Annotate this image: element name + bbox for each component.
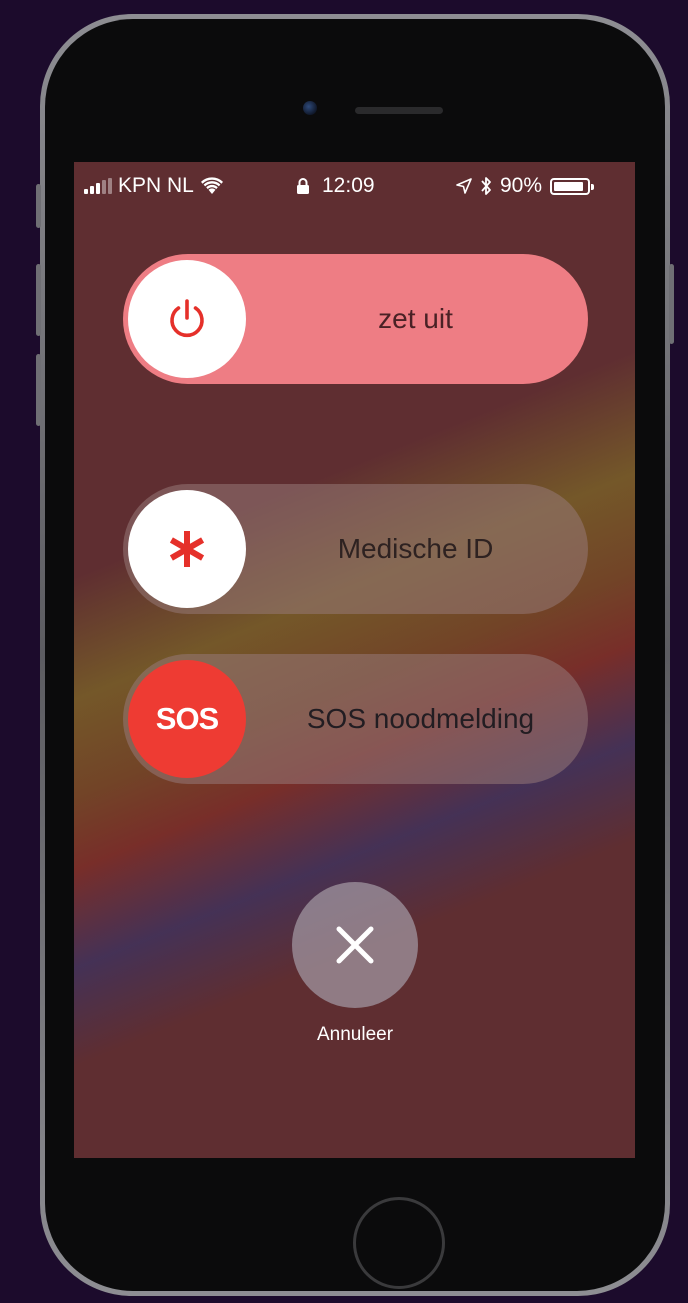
cancel-button[interactable] bbox=[292, 882, 418, 1008]
signal-icon bbox=[84, 178, 112, 194]
emergency-sos-slider[interactable]: SOS SOS noodmelding bbox=[123, 654, 588, 784]
asterisk-icon bbox=[169, 531, 205, 567]
power-off-slider-knob[interactable] bbox=[128, 260, 246, 378]
earpiece-speaker bbox=[355, 107, 443, 114]
power-off-label: zet uit bbox=[378, 303, 453, 334]
status-bar: KPN NL 12:09 90% bbox=[74, 162, 635, 210]
volume-down-button bbox=[36, 354, 41, 426]
home-button[interactable] bbox=[353, 1197, 445, 1289]
front-camera bbox=[303, 101, 317, 115]
power-off-slider[interactable]: zet uit bbox=[123, 254, 588, 384]
carrier-label: KPN NL bbox=[118, 174, 194, 197]
lock-icon bbox=[297, 178, 309, 194]
sos-icon: SOS bbox=[155, 701, 219, 736]
power-icon bbox=[170, 299, 204, 338]
medical-id-slider[interactable]: Medische ID bbox=[123, 484, 588, 614]
side-power-button bbox=[669, 264, 674, 344]
bluetooth-icon bbox=[481, 177, 491, 195]
emergency-sos-label: SOS noodmelding bbox=[306, 703, 535, 734]
battery-percentage: 90% bbox=[500, 174, 543, 197]
cancel-label: Annuleer bbox=[316, 1024, 394, 1045]
location-icon bbox=[456, 178, 472, 194]
mute-switch bbox=[36, 184, 41, 228]
battery-icon bbox=[550, 177, 595, 195]
clock: 12:09 bbox=[322, 174, 375, 197]
wifi-icon bbox=[200, 177, 223, 194]
medical-id-label: Medische ID bbox=[337, 533, 494, 564]
close-icon bbox=[336, 926, 374, 964]
emergency-sos-slider-knob[interactable]: SOS bbox=[128, 660, 246, 778]
power-off-screen: KPN NL 12:09 90% zet uit Medische ID SOS… bbox=[74, 162, 635, 1158]
medical-id-slider-knob[interactable] bbox=[128, 490, 246, 608]
volume-up-button bbox=[36, 264, 41, 336]
